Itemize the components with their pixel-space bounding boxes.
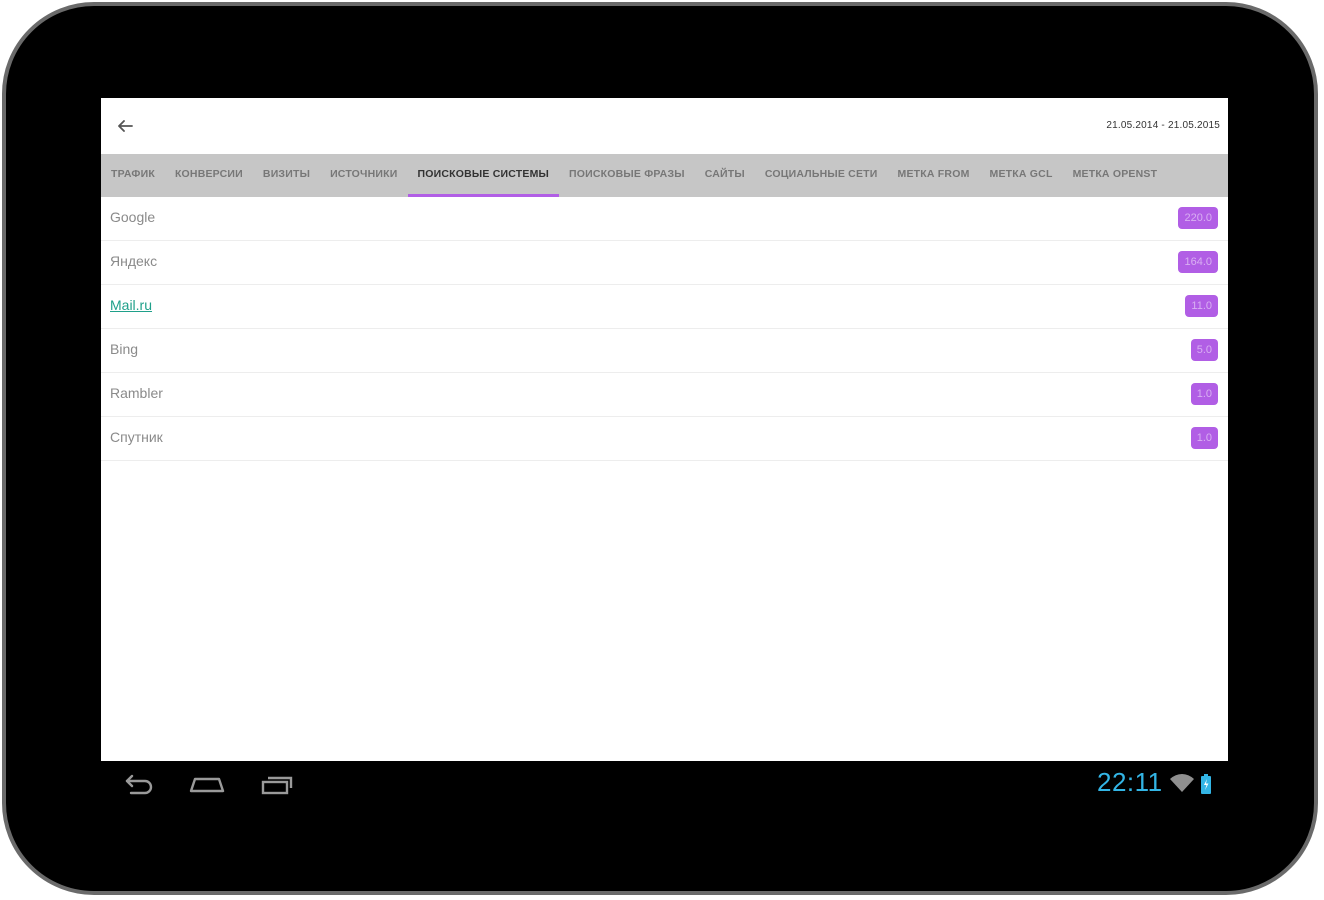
tab-bar: Трафик Конверсии Визиты Источники Поисковые … <box>101 154 1228 197</box>
system-nav-bar: 22:11 <box>101 761 1228 809</box>
tab-tag-openst[interactable]: Метка openst <box>1063 154 1168 197</box>
list-item-label: Яндекс <box>110 253 158 269</box>
count-badge: 1.0 <box>1190 427 1218 449</box>
toolbar: 21.05.2014 - 21.05.2015 <box>101 98 1228 154</box>
tab-traffic[interactable]: Трафик <box>101 154 165 197</box>
tab-sites[interactable]: Сайты <box>695 154 755 197</box>
list-item-label: Rambler <box>110 385 163 401</box>
list-item-label: Спутник <box>110 429 163 445</box>
list-item[interactable]: Спутник 1.0 <box>101 417 1228 461</box>
list-item[interactable]: Bing 5.0 <box>101 329 1228 373</box>
list-item-label: Google <box>110 209 156 225</box>
list-item[interactable]: Яндекс 164.0 <box>101 241 1228 285</box>
count-badge: 11.0 <box>1185 295 1218 317</box>
count-badge: 1.0 <box>1190 383 1218 405</box>
tab-social-networks[interactable]: Социальные сети <box>755 154 888 197</box>
date-range[interactable]: 21.05.2014 - 21.05.2015 <box>1106 120 1220 131</box>
tab-search-engines[interactable]: Поисковые системы <box>407 154 560 197</box>
tab-tag-from[interactable]: Метка from <box>888 154 980 197</box>
count-badge: 220.0 <box>1178 207 1218 229</box>
battery-icon <box>1201 774 1211 794</box>
wifi-icon <box>1170 774 1194 792</box>
status-clock: 22:11 <box>1097 767 1163 797</box>
tab-search-phrases[interactable]: Поисковые фразы <box>559 154 695 197</box>
app-screen: 21.05.2014 - 21.05.2015 Трафик Конверсии В… <box>101 98 1228 761</box>
back-icon[interactable] <box>117 769 157 801</box>
tab-conversions[interactable]: Конверсии <box>165 154 253 197</box>
tab-tag-gcl[interactable]: Метка gcl <box>980 154 1063 197</box>
count-badge: 164.0 <box>1178 251 1218 273</box>
list-item[interactable]: Rambler 1.0 <box>101 373 1228 417</box>
list-item[interactable]: Google 220.0 <box>101 197 1228 241</box>
page-background: 21.05.2014 - 21.05.2015 Трафик Конверсии В… <box>0 0 1324 900</box>
list-item-label: Bing <box>110 341 139 357</box>
list-item-label-link[interactable]: Mail.ru <box>110 297 152 313</box>
tab-visits[interactable]: Визиты <box>253 154 320 197</box>
home-icon[interactable] <box>187 769 227 801</box>
recents-icon[interactable] <box>257 769 297 801</box>
arrow-left-icon[interactable] <box>113 114 137 138</box>
search-engine-list: Google 220.0 Яндекс 164.0 Mail.ru 11.0 B… <box>101 197 1228 461</box>
list-item[interactable]: Mail.ru 11.0 <box>101 285 1228 329</box>
tab-sources[interactable]: Источники <box>320 154 407 197</box>
count-badge: 5.0 <box>1190 339 1218 361</box>
